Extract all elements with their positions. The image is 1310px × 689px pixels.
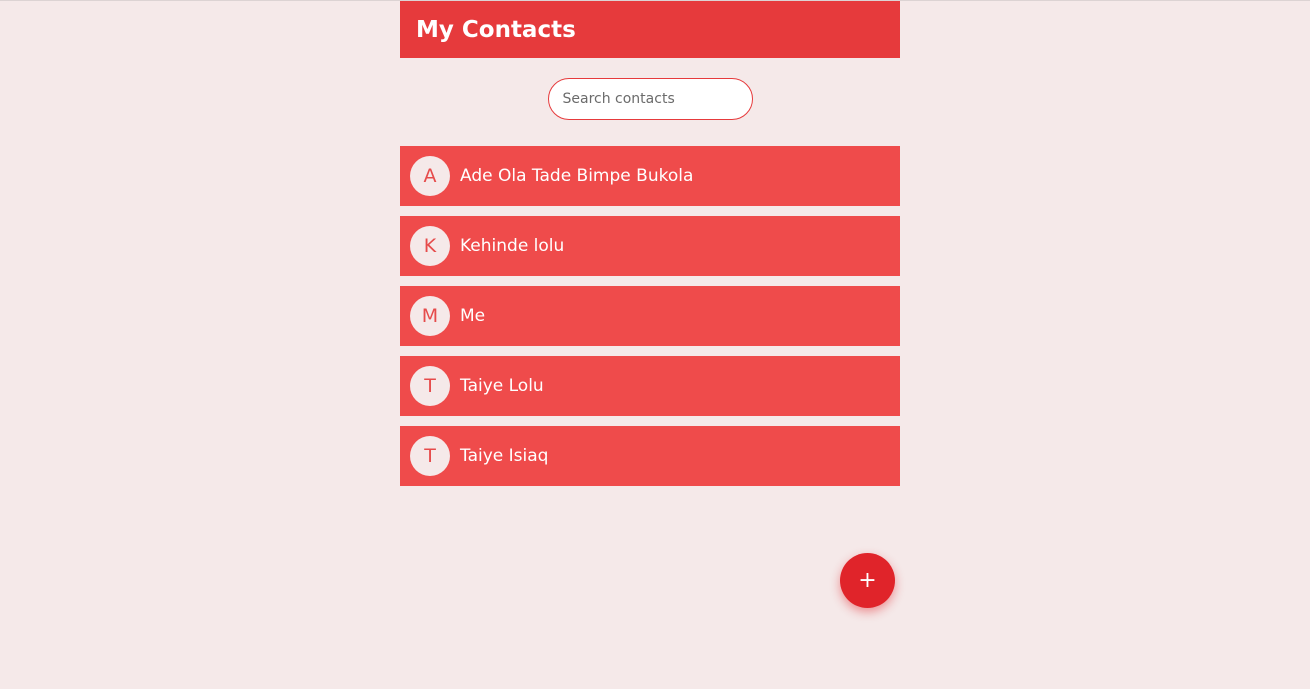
contact-name: Kehinde lolu [460, 236, 565, 256]
page-title: My Contacts [416, 16, 576, 43]
contact-avatar: T [410, 436, 450, 476]
search-container [400, 78, 900, 120]
contact-item-0[interactable]: A Ade Ola Tade Bimpe Bukola [400, 146, 900, 206]
search-input[interactable] [547, 78, 753, 120]
add-contact-button[interactable]: + [840, 553, 895, 608]
contact-list: A Ade Ola Tade Bimpe Bukola K Kehinde lo… [400, 146, 900, 486]
contact-name: Taiye Isiaq [460, 446, 549, 466]
contact-item-1[interactable]: K Kehinde lolu [400, 216, 900, 276]
contact-avatar: T [410, 366, 450, 406]
contact-avatar: A [410, 156, 450, 196]
contact-avatar: K [410, 226, 450, 266]
contact-item-4[interactable]: T Taiye Isiaq [400, 426, 900, 486]
contacts-app: My Contacts A Ade Ola Tade Bimpe Bukola … [400, 1, 900, 689]
contact-item-3[interactable]: T Taiye Lolu [400, 356, 900, 416]
contact-name: Ade Ola Tade Bimpe Bukola [460, 166, 694, 186]
contact-item-2[interactable]: M Me [400, 286, 900, 346]
contact-name: Me [460, 306, 486, 326]
contact-name: Taiye Lolu [460, 376, 544, 396]
plus-icon: + [858, 568, 877, 593]
app-header: My Contacts [400, 1, 900, 58]
contact-avatar: M [410, 296, 450, 336]
